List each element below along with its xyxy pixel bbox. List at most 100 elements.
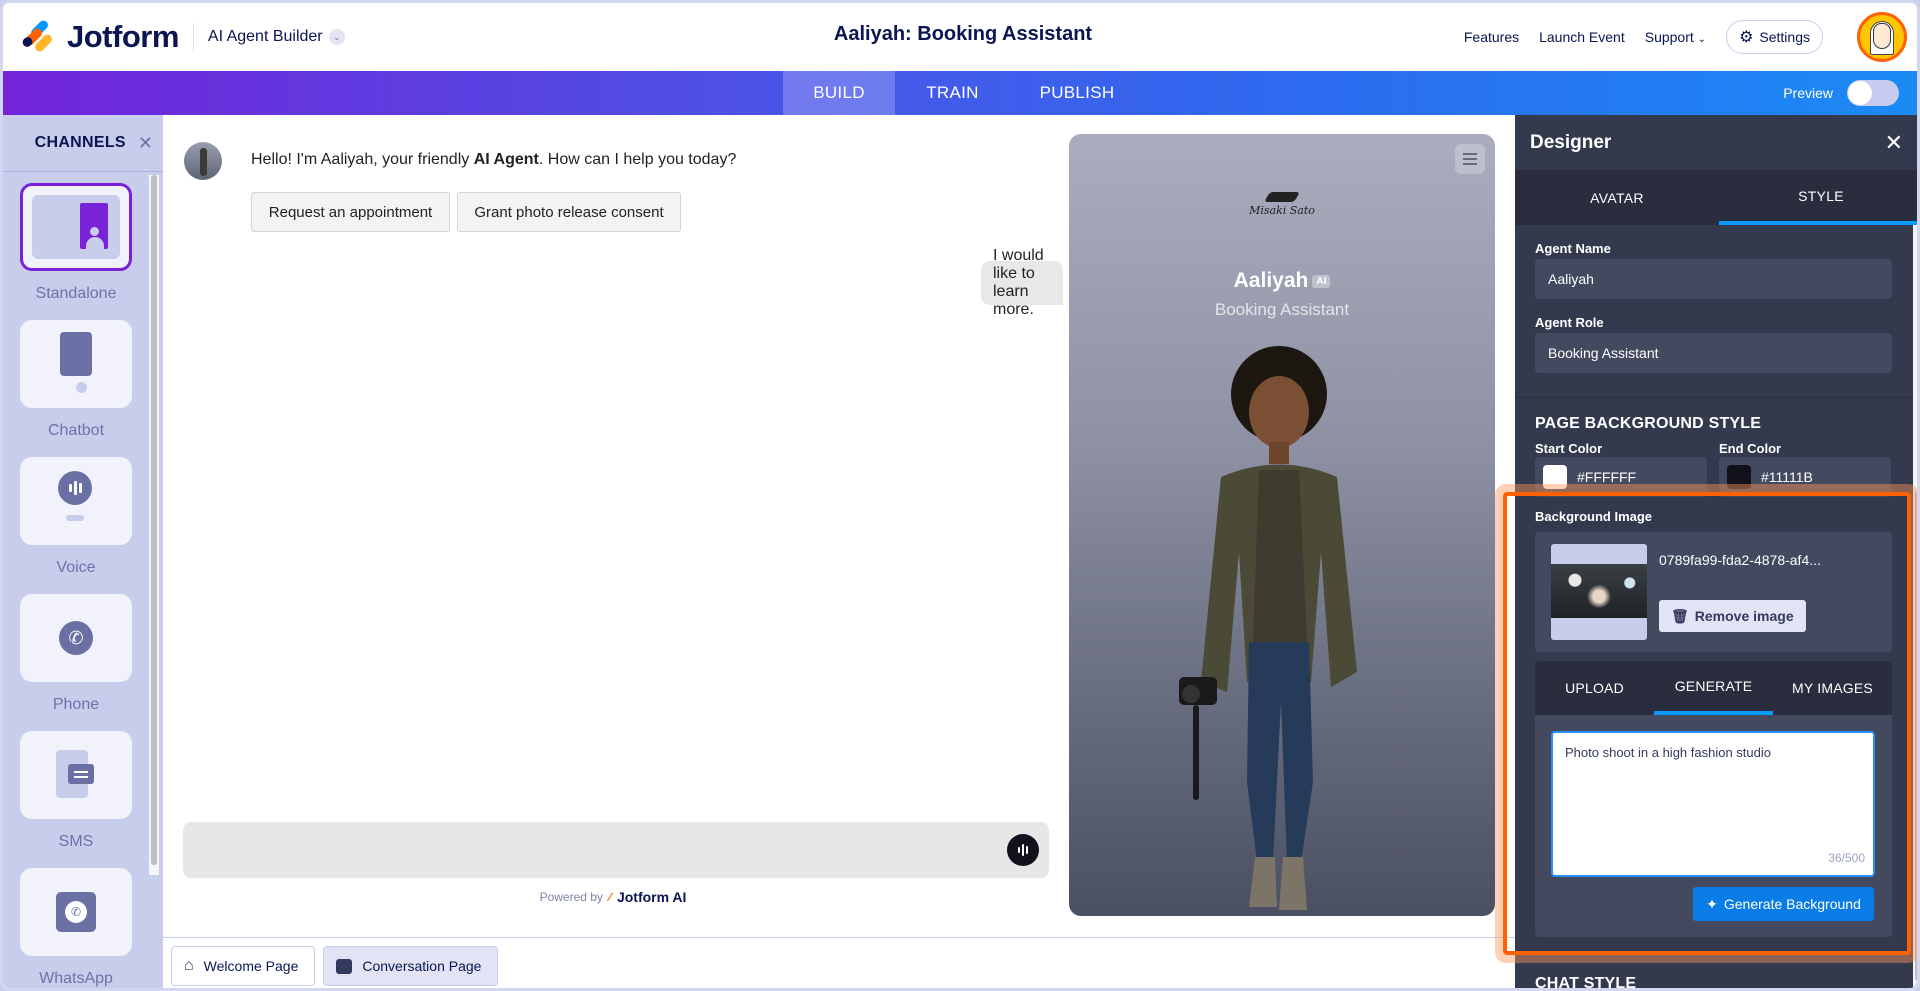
chat-icon (336, 958, 353, 974)
preview-label: Preview (1783, 85, 1833, 101)
powered-by-brand: Jotform AI (616, 889, 687, 905)
channel-label: Chatbot (47, 422, 105, 439)
channel-tile[interactable] (20, 731, 132, 819)
start-color-picker[interactable]: #FFFFFF (1535, 457, 1707, 497)
home-icon: ⌂ (184, 957, 194, 974)
highlight-box (1503, 492, 1911, 955)
user-message: I would like to learn more. (981, 247, 1063, 318)
quick-reply-photo-consent[interactable]: Grant photo release consent (457, 192, 681, 232)
channel-whatsapp[interactable]: ✆ WhatsApp (20, 868, 132, 988)
conversation-pane: Hello! I'm Aaliyah, your friendly AI Age… (163, 115, 1063, 937)
channel-standalone[interactable]: Standalone (20, 183, 132, 303)
powered-by-text: Powered by (539, 890, 603, 904)
app-window: Jotform AI Agent Builder ⌄ Aaliyah: Book… (0, 0, 1920, 991)
channels-title: CHANNELS (34, 134, 126, 151)
bot-avatar (184, 142, 222, 180)
agent-role-label: Agent Role (1535, 315, 1604, 330)
channel-tile[interactable]: ✆ (20, 868, 132, 956)
agent-name-input[interactable]: Aaliyah (1535, 259, 1892, 299)
product-switcher[interactable]: AI Agent Builder ⌄ (208, 28, 345, 46)
voice-icon (56, 471, 96, 531)
powered-by: Powered by ∕ Jotform AI (163, 889, 1063, 905)
designer-title: Designer (1530, 131, 1612, 153)
settings-button[interactable]: ⚙ Settings (1726, 20, 1823, 54)
channel-chatbot[interactable]: Chatbot (20, 320, 132, 440)
tab-build[interactable]: BUILD (783, 71, 895, 115)
channel-phone[interactable]: ✆ Phone (20, 594, 132, 714)
close-icon[interactable]: ✕ (1885, 130, 1903, 156)
preview-toggle[interactable] (1847, 80, 1899, 106)
nav-features[interactable]: Features (1464, 29, 1519, 45)
end-color-value: #11111B (1761, 469, 1813, 485)
builder-navbar: BUILD TRAIN PUBLISH Preview (3, 71, 1917, 115)
nav-support-label: Support (1644, 29, 1694, 45)
agent-name-text: Aaliyah (1233, 269, 1309, 292)
scrollbar-thumb[interactable] (1915, 491, 1917, 981)
nav-launch-event[interactable]: Launch Event (1539, 29, 1625, 45)
agent-avatar-image (1179, 346, 1357, 910)
quick-reply-request-appointment[interactable]: Request an appointment (251, 192, 450, 232)
bot-message-text: . How can I help you today? (538, 151, 737, 168)
tab-conversation-page[interactable]: Conversation Page (323, 946, 499, 986)
logo-text: Jotform (67, 19, 179, 54)
tab-label: Conversation Page (362, 958, 482, 974)
chat-style-title: CHAT STYLE (1535, 975, 1637, 991)
page-bg-style-title: PAGE BACKGROUND STYLE (1535, 415, 1762, 432)
agent-name-label: Agent Name (1535, 241, 1611, 256)
channel-tile[interactable]: ✆ (20, 594, 132, 682)
preview-control: Preview (1783, 71, 1899, 115)
jotform-logo-icon: ∕ (608, 890, 611, 904)
tab-avatar[interactable]: AVATAR (1515, 170, 1719, 225)
tab-publish[interactable]: PUBLISH (1010, 71, 1144, 115)
start-color-label: Start Color (1535, 441, 1603, 456)
tab-welcome-page[interactable]: ⌂ Welcome Page (171, 946, 316, 986)
jotform-logo-icon (20, 18, 54, 54)
tab-label: Welcome Page (203, 958, 299, 974)
menu-icon[interactable] (1455, 144, 1485, 174)
user-avatar[interactable] (1857, 12, 1907, 62)
agent-preview-card: Misaki Sato Aaliyah AI Booking Assistant (1069, 134, 1495, 916)
sms-icon (56, 750, 96, 800)
channel-sms[interactable]: SMS (20, 731, 132, 851)
channel-label: SMS (58, 833, 94, 850)
gear-icon: ⚙ (1739, 29, 1754, 46)
brand-logo-text: Misaki Sato (1249, 204, 1315, 217)
nav-support[interactable]: Support ⌄ (1645, 29, 1706, 45)
top-header: Jotform AI Agent Builder ⌄ Aaliyah: Book… (3, 3, 1917, 71)
phone-icon: ✆ (59, 621, 93, 655)
close-icon[interactable]: ✕ (138, 133, 153, 154)
standalone-icon (32, 195, 120, 259)
tab-style[interactable]: STYLE (1719, 170, 1917, 225)
channels-sidebar: CHANNELS ✕ Standalone Chatbot Voice ✆ Ph… (3, 115, 163, 988)
product-name: AI Agent Builder (207, 28, 323, 45)
chatbot-icon (56, 332, 96, 396)
designer-header: Designer ✕ (1515, 115, 1917, 170)
scrollbar-thumb[interactable] (151, 175, 157, 865)
chat-input[interactable] (183, 822, 1049, 878)
brand-logo: Misaki Sato (1069, 192, 1495, 217)
tab-train[interactable]: TRAIN (895, 71, 1010, 115)
end-color-label: End Color (1719, 441, 1782, 456)
channel-tile[interactable] (20, 320, 132, 408)
header-divider (192, 23, 194, 51)
end-color-picker[interactable]: #11111B (1719, 457, 1891, 497)
channel-tile[interactable] (20, 457, 132, 545)
ai-badge: AI (1312, 274, 1331, 288)
section-divider (1515, 397, 1913, 398)
voice-input-button[interactable] (1007, 834, 1039, 866)
channel-tile[interactable] (20, 183, 132, 271)
chat-canvas: Hello! I'm Aaliyah, your friendly AI Age… (163, 115, 1515, 937)
avatar-face (1873, 23, 1891, 49)
start-color-swatch (1543, 465, 1567, 489)
channels-header: CHANNELS ✕ (3, 115, 163, 172)
jotform-logo[interactable]: Jotform (20, 18, 179, 55)
channel-voice[interactable]: Voice (20, 457, 132, 577)
designer-tabs: AVATAR STYLE (1515, 170, 1917, 225)
chevron-down-icon: ⌄ (328, 29, 345, 45)
agent-role-input[interactable]: Booking Assistant (1535, 333, 1892, 373)
channels-scrollbar[interactable] (149, 175, 159, 875)
channel-label: Phone (52, 696, 100, 713)
bot-message-text: Hello! I'm Aaliyah, your friendly (251, 151, 474, 168)
brand-logo-mark (1264, 192, 1300, 202)
designer-scrollbar[interactable] (1913, 225, 1917, 988)
